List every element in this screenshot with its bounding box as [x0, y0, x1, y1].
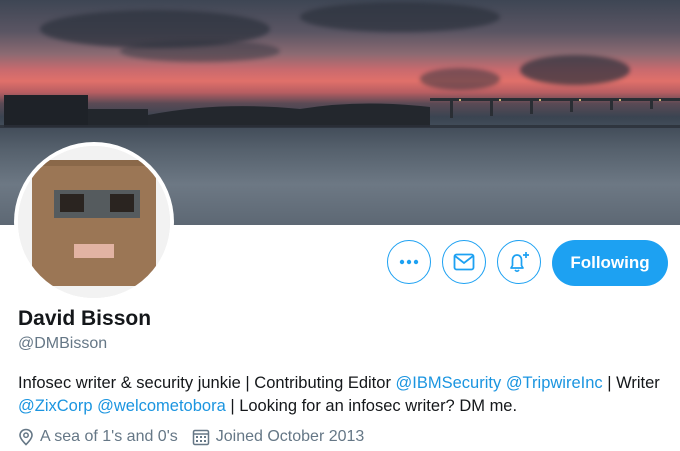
bio-text: | Writer: [602, 374, 660, 392]
bio-text: | Looking for an infosec writer? DM me.: [225, 397, 518, 415]
bell-plus-icon: [510, 252, 529, 273]
message-button[interactable]: [442, 240, 486, 284]
following-button[interactable]: Following: [552, 240, 668, 286]
pixel-face-avatar: [18, 146, 170, 298]
profile-meta: A sea of 1's and 0's Joined October 2013: [18, 428, 364, 446]
shoreline-silhouette: [0, 95, 680, 128]
mention-link[interactable]: @ZixCorp: [18, 397, 93, 415]
envelope-icon: [453, 253, 475, 271]
location-text: A sea of 1's and 0's: [40, 428, 178, 445]
mention-link[interactable]: @welcometobora: [97, 397, 226, 415]
profile-name: David Bisson: [18, 307, 152, 330]
mention-link[interactable]: @IBMSecurity: [396, 374, 502, 392]
calendar-icon: [192, 429, 210, 446]
joined-text: Joined October 2013: [215, 428, 365, 445]
notifications-button[interactable]: [497, 240, 541, 284]
mention-link[interactable]: @TripwireInc: [506, 374, 603, 392]
profile-bio: Infosec writer & security junkie | Contr…: [18, 372, 668, 418]
joined-item: Joined October 2013: [192, 428, 365, 446]
location-pin-icon: [19, 428, 33, 446]
avatar[interactable]: [18, 146, 170, 298]
location-item: A sea of 1's and 0's: [18, 428, 178, 446]
profile-handle: @DMBisson: [18, 335, 108, 352]
bio-text: Infosec writer & security junkie | Contr…: [18, 374, 396, 392]
more-icon: [399, 259, 419, 265]
more-button[interactable]: [387, 240, 431, 284]
